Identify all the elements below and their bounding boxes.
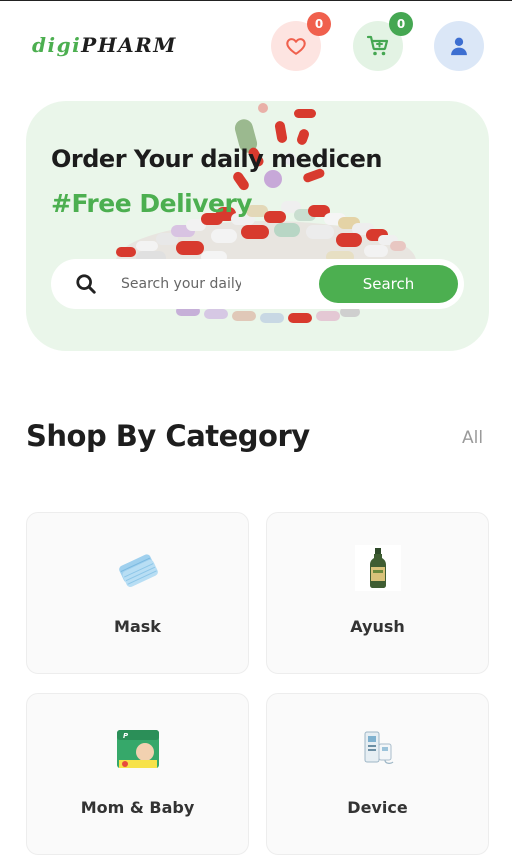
cart-count-badge: 0 (389, 12, 413, 36)
hero-banner: Order Your daily medicen #Free Delivery … (26, 101, 489, 351)
wishlist-count-badge: 0 (307, 12, 331, 36)
hero-subtitle: #Free Delivery (51, 189, 253, 218)
device-icon (364, 731, 394, 764)
hero-title: Order Your daily medicen (51, 145, 382, 173)
category-label: Mom & Baby (80, 798, 195, 817)
diaper-pack-icon: P (117, 730, 159, 768)
cart-plus-icon (366, 35, 389, 56)
mask-icon (119, 554, 158, 588)
section-title: Shop By Category (26, 419, 310, 453)
category-card-mask[interactable]: Mask (26, 512, 249, 674)
top-border (0, 0, 512, 1)
category-label: Mask (114, 617, 161, 636)
search-bar: Search (51, 259, 464, 309)
heart-icon (286, 38, 306, 55)
svg-text:P: P (123, 732, 129, 740)
category-label: Device (347, 798, 408, 817)
user-icon (451, 37, 467, 56)
category-card-device[interactable]: Device (266, 693, 489, 855)
category-label: Ayush (350, 617, 405, 636)
logo-text-pharm: PHARM (81, 33, 177, 57)
search-icon[interactable] (75, 273, 97, 295)
ayush-bottle-icon (355, 545, 401, 591)
pills-illustration (116, 103, 416, 323)
user-account-button[interactable] (434, 21, 484, 71)
category-card-mom-baby[interactable]: P Mom & Baby (26, 693, 249, 855)
view-all-link[interactable]: All (462, 428, 483, 448)
logo[interactable]: digiPHARM (32, 33, 177, 57)
logo-text-digi: digi (32, 33, 82, 57)
cart-button[interactable]: 0 (353, 12, 413, 71)
search-button[interactable]: Search (319, 265, 458, 303)
category-card-ayush[interactable]: Ayush (266, 512, 489, 674)
wishlist-button[interactable]: 0 (271, 12, 331, 71)
search-input[interactable] (121, 272, 241, 296)
